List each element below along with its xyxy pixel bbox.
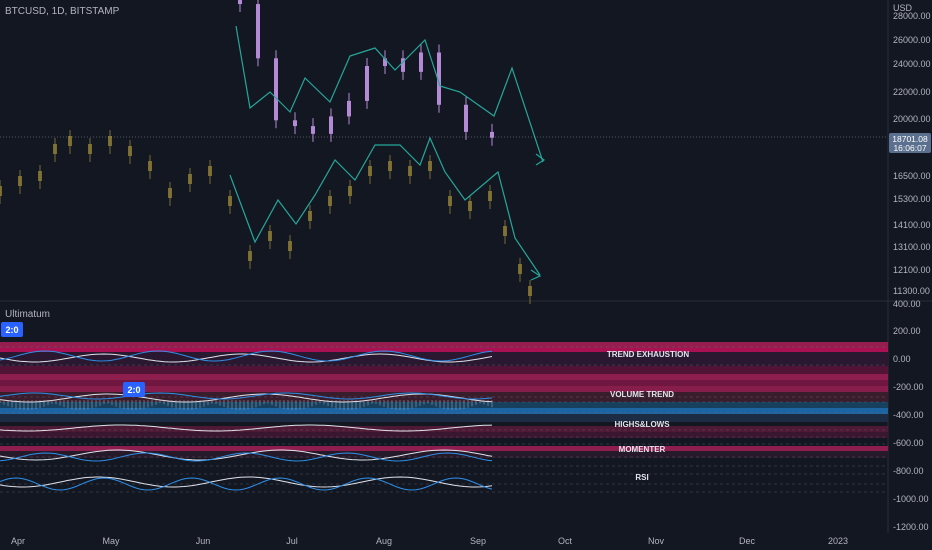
ghost-body-25 bbox=[488, 191, 492, 201]
band-3 bbox=[0, 366, 888, 374]
x-label-7: Nov bbox=[648, 536, 665, 546]
ghost-body-21 bbox=[408, 166, 412, 176]
ghost-body-15 bbox=[288, 241, 292, 251]
ind-tick-1: 200.00 bbox=[893, 326, 921, 336]
ind-tick-4: -400.00 bbox=[893, 410, 924, 420]
candle-body-9 bbox=[329, 116, 333, 134]
band-2 bbox=[0, 352, 888, 366]
ghost-body-4 bbox=[68, 136, 72, 146]
time-label: 16:06:07 bbox=[893, 143, 926, 153]
x-label-9: 2023 bbox=[828, 536, 848, 546]
ghost-body-23 bbox=[448, 196, 452, 206]
band-10 bbox=[0, 414, 888, 422]
price-pane bbox=[0, 0, 888, 300]
section-label-0: TREND EXHAUSTION bbox=[607, 350, 689, 359]
price-tick-7: 15300.00 bbox=[893, 194, 931, 204]
ghost-body-1 bbox=[18, 176, 22, 186]
x-label-2: Jun bbox=[196, 536, 211, 546]
price-tick-0: 28000.00 bbox=[893, 11, 931, 21]
ghost-body-13 bbox=[248, 251, 252, 261]
candle-body-16 bbox=[464, 104, 468, 132]
price-tick-2: 24000.00 bbox=[893, 59, 931, 69]
ghost-body-27 bbox=[518, 264, 522, 274]
ghost-body-19 bbox=[368, 166, 372, 176]
x-label-8: Dec bbox=[739, 536, 756, 546]
candle-body-11 bbox=[365, 66, 369, 101]
price-tick-9: 13100.00 bbox=[893, 242, 931, 252]
candle-body-4 bbox=[238, 0, 242, 5]
symbol-title: BTCUSD, 1D, BITSTAMP bbox=[5, 6, 120, 17]
ind-tick-3: -200.00 bbox=[893, 382, 924, 392]
ghost-body-3 bbox=[53, 144, 57, 154]
candle-body-6 bbox=[274, 58, 278, 121]
ghost-body-20 bbox=[388, 161, 392, 171]
ghost-body-16 bbox=[308, 211, 312, 221]
ghost-body-7 bbox=[128, 146, 132, 156]
ghost-body-12 bbox=[228, 196, 232, 206]
ghost-body-26 bbox=[503, 226, 507, 236]
x-label-1: May bbox=[102, 536, 120, 546]
price-tick-3: 22000.00 bbox=[893, 87, 931, 97]
price-tick-4: 20000.00 bbox=[893, 114, 931, 124]
ghost-body-2 bbox=[38, 171, 42, 181]
ind-tick-8: -1200.00 bbox=[893, 522, 929, 532]
band-4 bbox=[0, 374, 888, 380]
price-tick-10: 12100.00 bbox=[893, 265, 931, 275]
ghost-body-17 bbox=[328, 196, 332, 206]
x-label-0: Apr bbox=[11, 536, 25, 546]
section-label-4: RSI bbox=[635, 473, 648, 482]
ind-tick-7: -1000.00 bbox=[893, 494, 929, 504]
chart-canvas[interactable]: USD28000.0026000.0024000.0022000.0020000… bbox=[0, 0, 932, 550]
ind-tick-6: -800.00 bbox=[893, 466, 924, 476]
price-tick-11: 11300.00 bbox=[893, 286, 930, 296]
ghost-body-0 bbox=[0, 186, 2, 196]
candle-body-5 bbox=[256, 4, 260, 59]
x-label-3: Jul bbox=[286, 536, 298, 546]
signal-badge-0[interactable]: 2:0 bbox=[1, 322, 23, 337]
ghost-body-28 bbox=[528, 286, 532, 296]
x-label-4: Aug bbox=[376, 536, 392, 546]
price-tick-8: 14100.00 bbox=[893, 220, 931, 230]
candle-body-14 bbox=[419, 52, 423, 72]
ind-tick-5: -600.00 bbox=[893, 438, 924, 448]
indicator-title[interactable]: Ultimatum bbox=[5, 309, 50, 320]
candle-body-10 bbox=[347, 100, 351, 117]
candle-body-8 bbox=[311, 126, 315, 134]
price-tick-1: 26000.00 bbox=[893, 35, 931, 45]
section-label-1: VOLUME TREND bbox=[610, 390, 674, 399]
section-label-2: HIGHS&LOWS bbox=[614, 420, 670, 429]
x-label-5: Sep bbox=[470, 536, 486, 546]
section-label-3: MOMENTER bbox=[619, 445, 666, 454]
ghost-body-9 bbox=[168, 188, 172, 198]
ghost-body-5 bbox=[88, 144, 92, 154]
ghost-body-14 bbox=[268, 231, 272, 241]
ind-tick-0: 400.00 bbox=[893, 299, 921, 309]
ghost-body-18 bbox=[348, 186, 352, 196]
ghost-body-11 bbox=[208, 166, 212, 176]
candle-body-7 bbox=[293, 120, 297, 127]
ghost-body-22 bbox=[428, 161, 432, 171]
signal-badge-label-0: 2:0 bbox=[5, 325, 18, 335]
price-tick-6: 16500.00 bbox=[893, 171, 931, 181]
x-label-6: Oct bbox=[558, 536, 573, 546]
ghost-body-24 bbox=[468, 201, 472, 211]
signal-badge-1[interactable]: 2:0 bbox=[123, 382, 145, 397]
ind-tick-2: 0.00 bbox=[893, 354, 911, 364]
ghost-body-10 bbox=[188, 174, 192, 184]
ghost-body-8 bbox=[148, 161, 152, 171]
ghost-body-6 bbox=[108, 136, 112, 146]
band-1 bbox=[0, 348, 888, 352]
signal-badge-label-1: 2:0 bbox=[127, 385, 140, 395]
